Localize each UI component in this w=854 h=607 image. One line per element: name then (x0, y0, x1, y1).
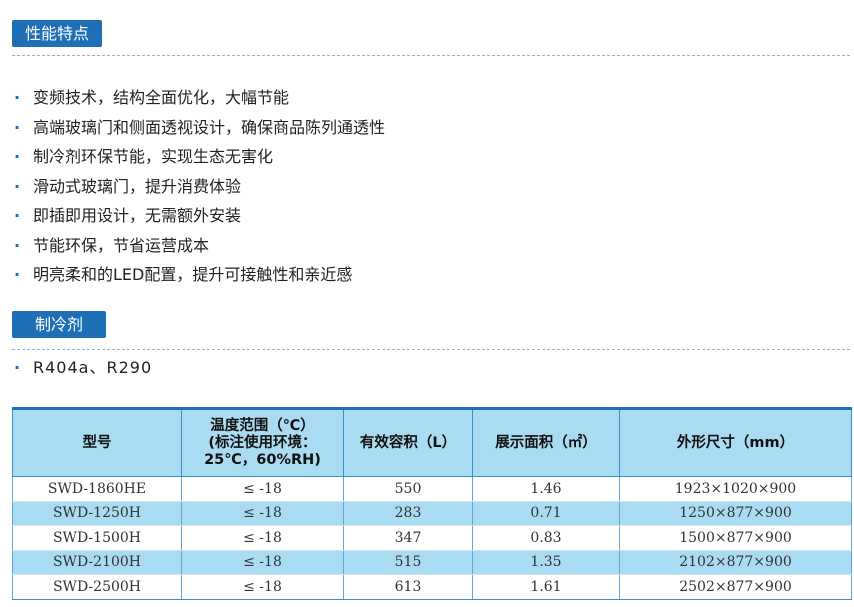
refrigerant-item: · R404a、R290 (14, 356, 152, 380)
feature-list: · 变频技术，结构全面优化，大幅节能 · 高端玻璃门和侧面透视设计，确保商品陈列通透… (14, 83, 385, 290)
cell-temp: ≤ -18 (181, 525, 344, 551)
header-temp-line: 25℃，60%RH) (204, 451, 321, 468)
refrigerant-section-title: 制冷剂 (12, 311, 107, 338)
bullet-icon: · (14, 147, 21, 166)
cell-model: SWD-2100H (12, 550, 182, 575)
features-section-title: 性能特点 (12, 20, 103, 47)
table-row: SWD-2500H ≤ -18 613 1.61 2502×877×900 (12, 574, 852, 600)
cell-model: SWD-1860HE (12, 476, 182, 502)
bullet-icon: · (14, 358, 22, 377)
section-divider (12, 55, 850, 56)
header-volume: 有效容积（L） (343, 408, 473, 477)
cell-volume: 550 (343, 476, 473, 502)
table-row: SWD-1860HE ≤ -18 550 1.46 1923×1020×900 (12, 476, 852, 502)
table-row: SWD-2100H ≤ -18 515 1.35 2102×877×900 (12, 550, 852, 575)
header-temp-line: (标注使用环境： (208, 434, 317, 451)
feature-text: 明亮柔和的LED配置，提升可接触性和亲近感 (33, 265, 353, 284)
feature-text: 即插即用设计，无需额外安装 (33, 206, 242, 225)
cell-volume: 613 (343, 574, 473, 600)
spec-table: 型号 温度范围（℃） (标注使用环境： 25℃，60%RH) 有效容积（L） 展… (12, 407, 852, 600)
feature-item: · 明亮柔和的LED配置，提升可接触性和亲近感 (14, 260, 385, 290)
cell-area: 1.46 (472, 476, 620, 502)
bullet-icon: · (14, 265, 21, 284)
bullet-icon: · (14, 88, 21, 107)
table-header-row: 型号 温度范围（℃） (标注使用环境： 25℃，60%RH) 有效容积（L） 展… (12, 408, 852, 477)
feature-text: 制冷剂环保节能，实现生态无害化 (33, 147, 274, 166)
header-dimensions: 外形尺寸（mm） (619, 408, 852, 477)
cell-temp: ≤ -18 (181, 476, 344, 502)
feature-item: · 高端玻璃门和侧面透视设计，确保商品陈列通透性 (14, 113, 385, 143)
feature-text: 滑动式玻璃门，提升消费体验 (33, 176, 242, 196)
feature-item: · 节能环保，节省运营成本 (14, 231, 385, 261)
feature-text: 变频技术，结构全面优化，大幅节能 (33, 88, 290, 107)
cell-area: 0.71 (472, 501, 620, 526)
feature-item: · 即插即用设计，无需额外安装 (14, 201, 385, 231)
cell-volume: 347 (343, 525, 473, 551)
cell-dims: 1500×877×900 (619, 525, 852, 551)
feature-text: 节能环保，节省运营成本 (33, 235, 210, 255)
cell-area: 1.35 (472, 550, 620, 575)
bullet-icon: · (14, 235, 21, 255)
header-model: 型号 (12, 408, 182, 477)
cell-volume: 283 (343, 501, 473, 526)
cell-dims: 2102×877×900 (619, 550, 852, 575)
table-row: SWD-1250H ≤ -18 283 0.71 1250×877×900 (12, 501, 852, 526)
feature-item: · 制冷剂环保节能，实现生态无害化 (14, 142, 385, 172)
cell-volume: 515 (343, 550, 473, 575)
bullet-icon: · (14, 206, 21, 225)
cell-dims: 1250×877×900 (619, 501, 852, 526)
header-temp-range: 温度范围（℃） (标注使用环境： 25℃，60%RH) (181, 408, 344, 477)
cell-dims: 1923×1020×900 (619, 476, 852, 502)
feature-text: 高端玻璃门和侧面透视设计，确保商品陈列通透性 (33, 117, 386, 137)
cell-temp: ≤ -18 (181, 550, 344, 575)
cell-temp: ≤ -18 (181, 574, 344, 600)
header-display-area: 展示面积（㎡） (472, 408, 620, 477)
cell-model: SWD-1250H (12, 501, 182, 526)
bullet-icon: · (14, 117, 21, 137)
header-temp-line: 温度范围（℃） (210, 417, 315, 434)
refrigerant-text: R404a、R290 (33, 358, 153, 377)
cell-temp: ≤ -18 (181, 501, 344, 526)
cell-area: 0.83 (472, 525, 620, 551)
table-row: SWD-1500H ≤ -18 347 0.83 1500×877×900 (12, 525, 852, 551)
cell-dims: 2502×877×900 (619, 574, 852, 600)
feature-item: · 滑动式玻璃门，提升消费体验 (14, 172, 385, 202)
feature-item: · 变频技术，结构全面优化，大幅节能 (14, 83, 385, 113)
cell-model: SWD-2500H (12, 574, 182, 600)
cell-area: 1.61 (472, 574, 620, 600)
bullet-icon: · (14, 176, 21, 196)
cell-model: SWD-1500H (12, 525, 182, 551)
section-divider (12, 349, 850, 350)
